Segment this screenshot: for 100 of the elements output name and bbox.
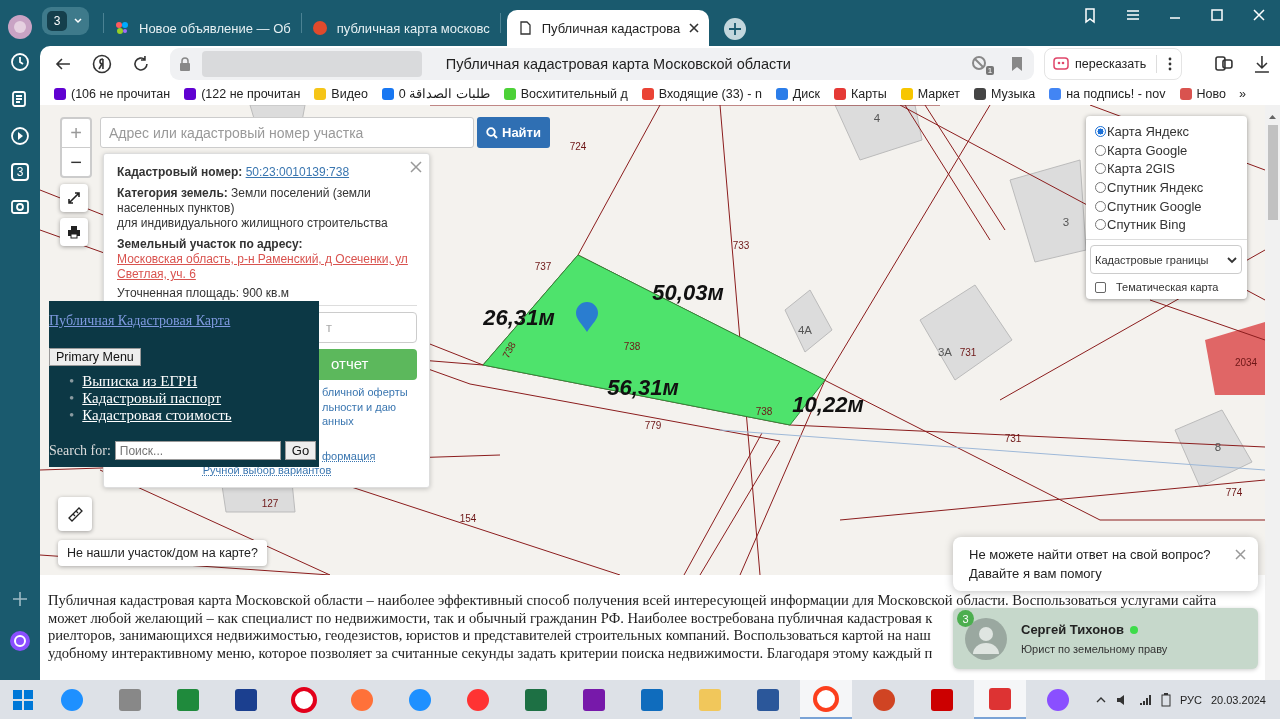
find-button[interactable]: Найти	[477, 117, 550, 148]
address-link[interactable]: Московская область, р-н Раменский, д Осеченки, ул Светлая, уч. 6	[117, 252, 417, 282]
browser-tab[interactable]: Публичная кадастрова	[506, 10, 710, 46]
radio-label[interactable]: Спутник Google	[1107, 198, 1202, 214]
profile-avatar[interactable]	[7, 14, 33, 40]
start-button[interactable]	[12, 688, 34, 711]
favicon-icon	[311, 20, 328, 36]
play-icon[interactable]	[10, 126, 30, 146]
fullscreen-button[interactable]	[60, 184, 88, 212]
menu-link[interactable]: Выписка из ЕГРН	[82, 373, 198, 390]
battery-icon[interactable]	[1160, 692, 1171, 707]
translate-icon[interactable]	[1214, 54, 1235, 74]
profile-switcher[interactable]: 3	[42, 7, 89, 35]
site-search-field[interactable]: Поиск...	[114, 441, 281, 460]
chevron-icon[interactable]	[73, 16, 83, 26]
maximize-icon[interactable]	[1208, 6, 1226, 24]
taskbar-date[interactable]: 20.03.2024	[1210, 693, 1266, 706]
lock-icon	[177, 56, 192, 72]
bookmark[interactable]: (106 не прочитан	[53, 86, 171, 101]
site-title-link[interactable]: Публичная Кадастровая Карта	[49, 313, 231, 329]
download-icon[interactable]	[1252, 54, 1272, 74]
print-button[interactable]	[60, 218, 88, 246]
address-bar[interactable]: Публичная кадастровая карта Московской области 1	[169, 48, 1035, 80]
overlay-select[interactable]: Кадастровые границы	[1090, 245, 1242, 275]
browser-tab[interactable]: Новое объявление — Об	[104, 10, 301, 46]
app-icon	[987, 685, 1013, 712]
new-tab-button[interactable]	[723, 17, 748, 41]
app-icon	[117, 686, 143, 713]
consultant-name: Сергей Тихонов	[1021, 622, 1124, 637]
terms-text: бличной оферты	[322, 385, 408, 400]
bookmark-icon[interactable]	[1010, 56, 1025, 72]
cadastral-number-text: Кадастровый номер: 50:23:0010139:738	[117, 165, 351, 180]
app-icon	[1045, 686, 1071, 713]
radio-label[interactable]: Карта 2GIS	[1107, 161, 1176, 177]
site-icon	[899, 86, 914, 101]
site-icon	[640, 86, 655, 101]
browser-tab[interactable]: публичная карта московс	[301, 10, 500, 46]
terms-text: анных	[322, 414, 354, 429]
app-icon	[59, 686, 85, 713]
bullet-mark: •	[69, 373, 75, 390]
more-bookmarks-button[interactable]: »	[1238, 86, 1246, 101]
bookmark[interactable]: Музыка	[972, 86, 1036, 101]
avatar-silhouette	[965, 617, 1007, 660]
bookmark[interactable]: 0 طلبات الصداقة	[380, 86, 490, 101]
not-found-button[interactable]: Не нашли участок/дом на карте?	[58, 540, 268, 566]
radio-label[interactable]: Спутник Bing	[1107, 217, 1186, 233]
address-label: Земельный участок по адресу:	[117, 237, 303, 251]
printer-icon	[67, 225, 81, 239]
info-link[interactable]: формация	[322, 449, 376, 462]
bookmark[interactable]: Диск	[774, 86, 820, 101]
yandex-icon[interactable]	[91, 54, 112, 74]
add-icon[interactable]	[11, 590, 29, 608]
parcel-number: 731	[959, 346, 977, 358]
bookmark[interactable]: Ново	[1178, 86, 1226, 101]
bookmark[interactable]: Карты	[833, 86, 887, 101]
tab-count-badge[interactable]: 3	[11, 163, 29, 181]
bookmark[interactable]: (122 не прочитан	[183, 86, 301, 101]
bookmark[interactable]: на подпись! - nov	[1048, 86, 1166, 101]
land-category-text: Категория земель: Земли поселений (земли населенных пунктов)	[117, 186, 372, 216]
consultant-card[interactable]: 3 Сергей Тихонов Юрист по земельному праву	[953, 608, 1258, 669]
scrollbar-thumb[interactable]	[1267, 125, 1278, 220]
bookmark[interactable]: Входящие (33) - n	[640, 86, 762, 101]
search-icon	[486, 126, 498, 139]
address-search-field[interactable]: Адрес или кадастровый номер участка	[100, 117, 474, 148]
terms-text: льности и даю	[322, 399, 397, 414]
parcel-number: 127	[261, 497, 279, 509]
bookmark[interactable]: Маркет	[899, 86, 960, 101]
checkbox-label[interactable]: Тематическая карта	[1116, 281, 1219, 294]
area-text: Уточненная площадь: 900 кв.м	[117, 286, 291, 301]
alice-icon[interactable]	[9, 630, 31, 652]
bullet-mark: •	[69, 407, 75, 424]
radio-button[interactable]	[1095, 125, 1106, 137]
cadastral-number-link[interactable]: 50:23:0010139:738	[245, 165, 350, 179]
network-icon[interactable]	[1137, 692, 1152, 707]
bookmark[interactable]: Видео	[313, 86, 368, 101]
taskbar-app[interactable]	[974, 680, 1026, 719]
reload-icon[interactable]	[131, 55, 150, 73]
checkbox[interactable]	[1095, 281, 1106, 293]
radio-label[interactable]: Карта Google	[1107, 142, 1188, 158]
location-pin-icon[interactable]	[576, 302, 598, 332]
taskbar-app[interactable]	[800, 680, 852, 719]
parcel-number: 737	[534, 260, 552, 272]
more-icon[interactable]	[1167, 56, 1174, 72]
scroll-up-arrow-icon[interactable]	[1268, 113, 1277, 121]
go-button[interactable]: Go	[284, 441, 317, 460]
menu-link[interactable]: Кадастровый паспорт	[82, 390, 222, 407]
zoom-out-button[interactable]: −	[62, 148, 90, 176]
parcel-number: 2034	[1234, 356, 1258, 368]
ruler-button[interactable]	[58, 497, 92, 531]
site-icon	[1048, 86, 1063, 101]
consultant-role: Юрист по земельному праву	[1021, 643, 1168, 655]
close-icon[interactable]	[689, 23, 700, 33]
radio-label[interactable]: Спутник Яндекс	[1107, 179, 1204, 195]
primary-menu-button[interactable]: Primary Menu	[49, 348, 141, 366]
menu-link[interactable]: Кадастровая стоимость	[82, 407, 232, 424]
language-indicator[interactable]: РУС	[1179, 693, 1202, 706]
radio-label[interactable]: Карта Яндекс	[1107, 123, 1190, 139]
bookmark[interactable]: Восхитительный д	[502, 86, 628, 101]
history-icon[interactable]	[10, 52, 30, 72]
retell-button[interactable]: пересказать	[1044, 48, 1183, 80]
